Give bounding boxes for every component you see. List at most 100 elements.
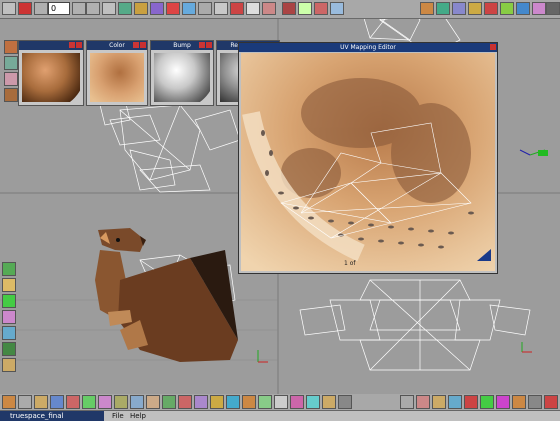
grid-icon[interactable] xyxy=(102,2,116,15)
boolean-icon[interactable] xyxy=(178,395,192,409)
zoom-icon[interactable] xyxy=(330,2,344,15)
palette-group-icon[interactable] xyxy=(2,262,16,276)
uv-editor-title: UV Mapping Editor xyxy=(239,43,497,52)
tube-icon[interactable] xyxy=(516,2,530,15)
close-icon[interactable] xyxy=(140,42,146,48)
plane-icon[interactable] xyxy=(452,2,466,15)
view-icon[interactable] xyxy=(314,2,328,15)
render-scene-icon[interactable] xyxy=(464,395,478,409)
uv-texture-canvas[interactable] xyxy=(241,53,495,271)
palette-object-icon[interactable] xyxy=(4,56,18,70)
view-rotate-icon[interactable] xyxy=(432,395,446,409)
bottom-toolbar xyxy=(0,394,560,410)
close-icon[interactable] xyxy=(206,42,212,48)
uv-mapping-editor-window[interactable]: UV Mapping Editor 1 of xyxy=(238,42,498,274)
palette-render-icon[interactable] xyxy=(2,358,16,372)
render-region-icon[interactable] xyxy=(480,395,494,409)
deform-icon[interactable] xyxy=(162,395,176,409)
record-button[interactable] xyxy=(2,2,16,15)
material-sphere-preview xyxy=(22,53,80,102)
paint-brush-icon[interactable] xyxy=(98,395,112,409)
close-icon[interactable] xyxy=(76,42,82,48)
grid-toggle-icon[interactable] xyxy=(246,2,260,15)
move-icon[interactable] xyxy=(34,395,48,409)
uv-texture-svg xyxy=(241,53,495,271)
color-texture-preview xyxy=(90,53,144,102)
palette-paint-icon[interactable] xyxy=(2,310,16,324)
material-panel-sphere[interactable] xyxy=(18,40,84,106)
uv-editor-status: 1 of xyxy=(344,260,356,267)
paint-icon[interactable] xyxy=(150,2,164,15)
minimize-icon[interactable] xyxy=(199,42,205,48)
palette-texture-icon[interactable] xyxy=(4,88,18,102)
window-icon[interactable] xyxy=(214,2,228,15)
brush-icon[interactable] xyxy=(182,2,196,15)
material-rect-icon[interactable] xyxy=(130,395,144,409)
material-panel-bump[interactable]: Bump xyxy=(150,40,214,106)
bump-sphere-preview xyxy=(154,53,210,102)
palette-light-icon[interactable] xyxy=(2,278,16,292)
text-icon[interactable] xyxy=(274,395,288,409)
render-window-icon[interactable] xyxy=(496,395,510,409)
rotate-icon[interactable] xyxy=(50,395,64,409)
top-toolbar: 0 xyxy=(0,0,560,19)
axis-gizmo-top xyxy=(519,149,548,156)
polygon-icon[interactable] xyxy=(532,2,546,15)
eye-icon[interactable] xyxy=(400,395,414,409)
frame-number-input[interactable]: 0 xyxy=(48,2,70,15)
play-icon[interactable] xyxy=(86,2,100,15)
sweep-icon[interactable] xyxy=(194,395,208,409)
help-icon[interactable] xyxy=(528,395,542,409)
select-icon[interactable] xyxy=(18,395,32,409)
record-icon[interactable] xyxy=(18,2,32,15)
collapse-icon[interactable] xyxy=(306,395,320,409)
object-icon[interactable] xyxy=(118,2,132,15)
wireframe-model-top-left xyxy=(99,99,241,193)
link-icon[interactable] xyxy=(82,395,96,409)
lathe-icon[interactable] xyxy=(210,395,224,409)
uv-editor-title-text: UV Mapping Editor xyxy=(340,44,396,51)
light-icon[interactable] xyxy=(282,2,296,15)
render-icon[interactable] xyxy=(166,2,180,15)
camera-icon[interactable] xyxy=(298,2,312,15)
snap-icon[interactable] xyxy=(262,2,276,15)
exit-icon[interactable] xyxy=(544,395,558,409)
render-object-icon[interactable] xyxy=(322,395,336,409)
material-panel-color[interactable]: Color xyxy=(86,40,148,106)
smooth-icon[interactable] xyxy=(258,395,272,409)
skin-icon[interactable] xyxy=(146,395,160,409)
animate-icon[interactable] xyxy=(338,395,352,409)
material-icon[interactable] xyxy=(134,2,148,15)
uv-icon[interactable] xyxy=(114,395,128,409)
status-bar: truespace_final File Help xyxy=(0,410,560,421)
palette-sphere-icon[interactable] xyxy=(4,40,18,54)
scene-icon[interactable] xyxy=(198,2,212,15)
palette-camera-icon[interactable] xyxy=(2,326,16,340)
view-move-icon[interactable] xyxy=(416,395,430,409)
palette-scene-icon[interactable] xyxy=(2,342,16,356)
cylinder-icon[interactable] xyxy=(500,2,514,15)
cube-icon[interactable] xyxy=(436,2,450,15)
more-icon[interactable] xyxy=(546,2,560,15)
minimize-icon[interactable] xyxy=(133,42,139,48)
view-zoom-icon[interactable] xyxy=(448,395,462,409)
textured-cat-model xyxy=(95,228,238,362)
palette-material-icon[interactable] xyxy=(4,72,18,86)
close-icon[interactable] xyxy=(490,44,496,50)
object-tool-icon[interactable] xyxy=(2,395,16,409)
lights-icon[interactable] xyxy=(512,395,526,409)
rewind-icon[interactable] xyxy=(34,2,48,15)
wireframe-model-bottom-right xyxy=(299,279,531,371)
close-icon[interactable] xyxy=(230,2,244,15)
axis-icon[interactable] xyxy=(290,395,304,409)
torus-icon[interactable] xyxy=(484,2,498,15)
axis-gizmo-bottom-right xyxy=(521,342,532,353)
bevel-icon[interactable] xyxy=(242,395,256,409)
cone-icon[interactable] xyxy=(468,2,482,15)
prev-frame-icon[interactable] xyxy=(72,2,86,15)
scale-icon[interactable] xyxy=(66,395,80,409)
palette-deform-icon[interactable] xyxy=(2,294,16,308)
minimize-icon[interactable] xyxy=(69,42,75,48)
sphere-icon[interactable] xyxy=(420,2,434,15)
spline-icon[interactable] xyxy=(226,395,240,409)
